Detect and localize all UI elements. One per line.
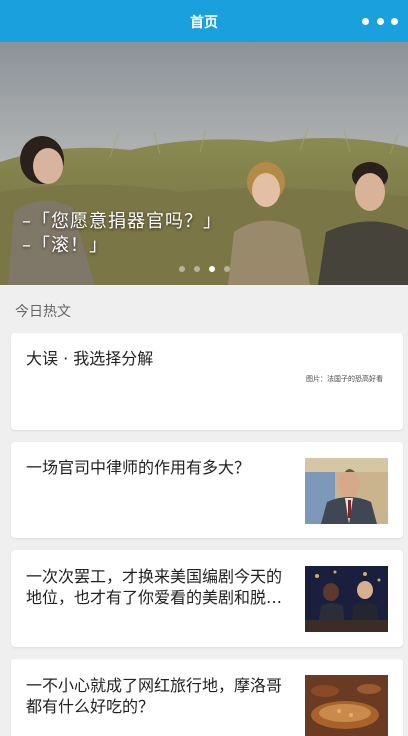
article-title: 一不小心就成了网红旅行地，摩洛哥都有什么好吃的？ <box>26 676 283 716</box>
dot <box>391 17 398 25</box>
article-title: 大误 · 我选择分解 <box>26 349 154 368</box>
section-title: 今日热文 <box>15 304 71 320</box>
banner-carousel[interactable]: –「您愿意捐器官吗？」 –「滚！」 <box>0 42 408 285</box>
talkshow-image <box>305 566 388 632</box>
article-thumbnail <box>305 675 388 736</box>
dot <box>376 17 384 25</box>
article-card[interactable]: 大误 · 我选择分解 图片：法国子的恐高好看 <box>11 333 403 430</box>
caption-line-2: –「滚！」 <box>22 235 108 256</box>
carousel-dot-active[interactable] <box>208 266 215 272</box>
article-card[interactable]: 一次次罢工，才换来美国编剧今天的地位，也才有了你爱看的美剧和脱… <box>11 550 403 647</box>
carousel-indicator <box>0 266 408 272</box>
page-title: 首页 <box>190 15 218 31</box>
article-source: 图片：法国子的恐高好看 <box>306 375 383 383</box>
caption-line-1: –「您愿意捐器官吗？」 <box>22 211 222 232</box>
article-title: 一次次罢工，才换来美国编剧今天的地位，也才有了你爱看的美剧和脱… <box>26 567 283 607</box>
carousel-dot[interactable] <box>178 266 185 272</box>
top-navigation-bar: 首页 <box>0 0 408 42</box>
carousel-dot[interactable] <box>193 266 200 272</box>
banner-caption: –「您愿意捐器官吗？」 –「滚！」 <box>22 210 222 258</box>
article-thumbnail <box>305 458 388 524</box>
lawyer-image <box>305 458 388 524</box>
article-thumbnail <box>305 566 388 632</box>
more-dots-icon[interactable] <box>362 14 398 28</box>
article-title: 一场官司中律师的作用有多大？ <box>26 458 251 477</box>
dot <box>362 17 369 25</box>
article-card[interactable]: 一不小心就成了网红旅行地，摩洛哥都有什么好吃的？ <box>11 659 403 736</box>
food-image <box>305 675 388 736</box>
article-card[interactable]: 一场官司中律师的作用有多大？ <box>11 442 403 538</box>
carousel-dot[interactable] <box>223 266 230 272</box>
